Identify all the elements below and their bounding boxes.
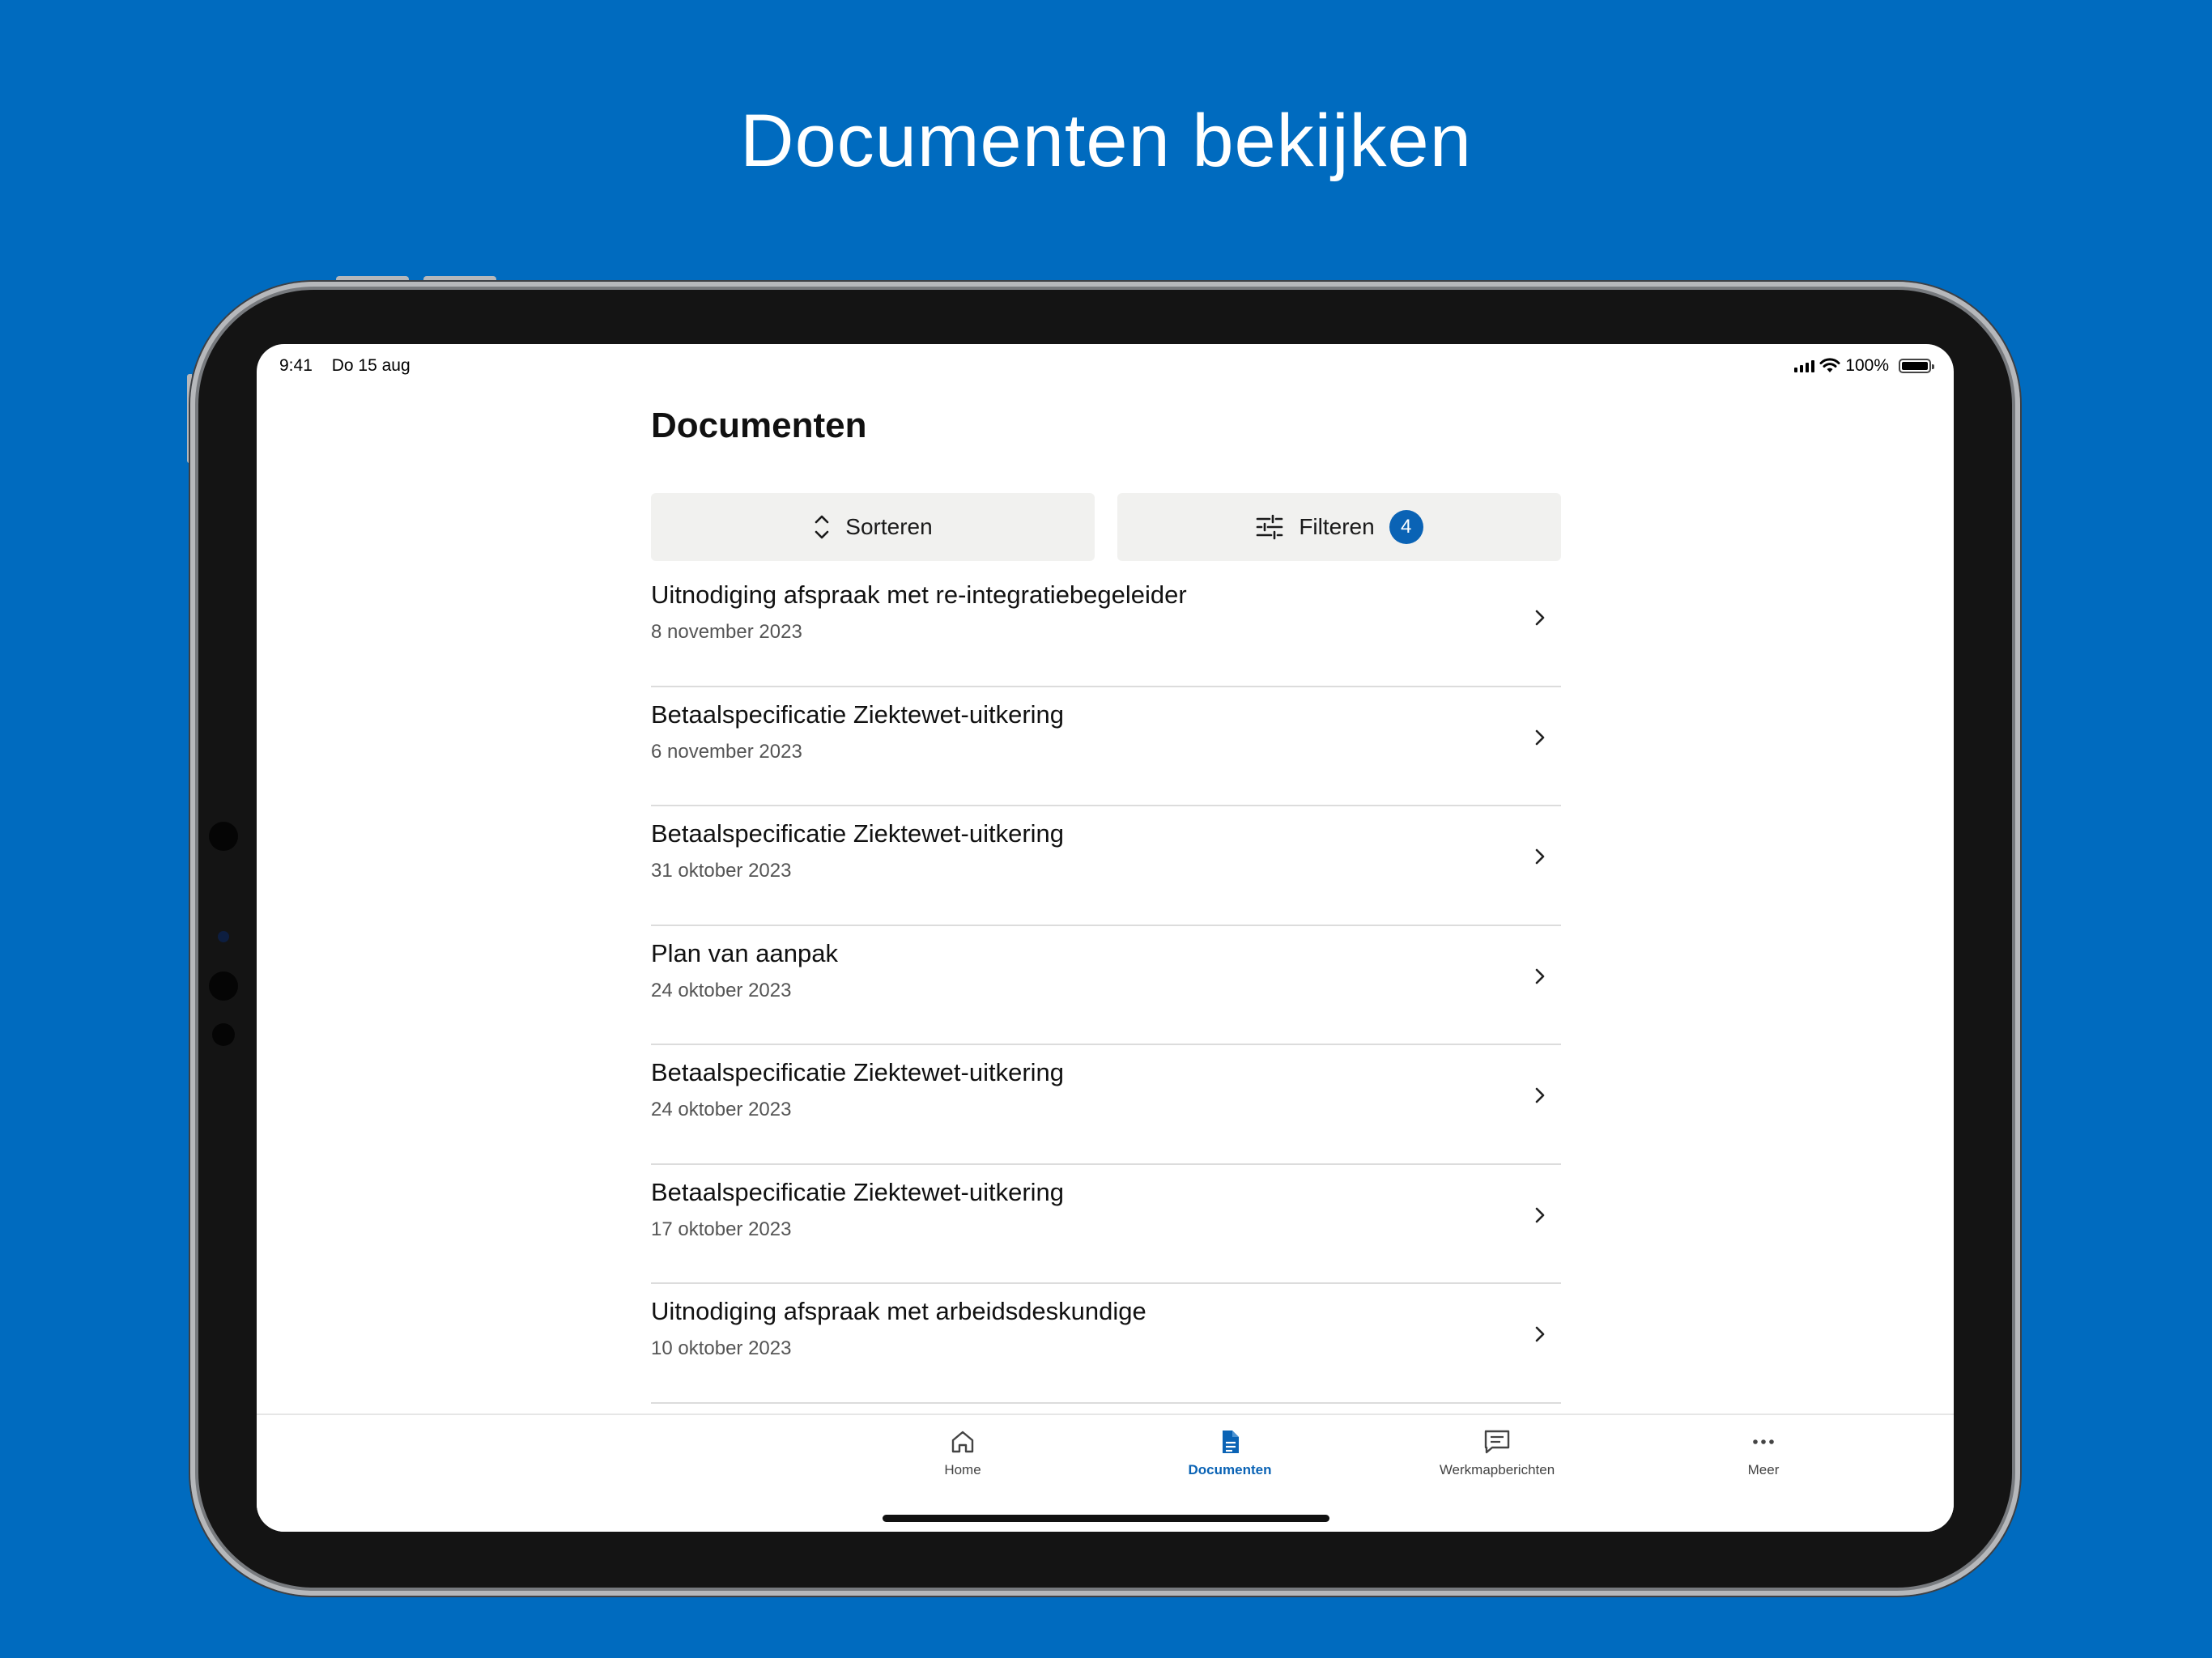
document-title: Betaalspecificatie Ziektewet-uitkering bbox=[651, 699, 1065, 729]
tab-meer[interactable]: Meer bbox=[1642, 1428, 1885, 1478]
tab-home[interactable]: Home bbox=[841, 1428, 1084, 1478]
sensor-dot bbox=[209, 971, 238, 1001]
document-title: Betaalspecificatie Ziektewet-uitkering bbox=[651, 1177, 1065, 1206]
document-date: 8 november 2023 bbox=[651, 621, 802, 643]
document-date: 24 oktober 2023 bbox=[651, 979, 792, 1001]
more-icon bbox=[1753, 1439, 1774, 1444]
document-row[interactable]: Betaalspecificatie Ziektewet-uitkering 24… bbox=[651, 1045, 1561, 1165]
battery-icon bbox=[1899, 359, 1934, 373]
list-toolbar: Sorteren Filteren 4 bbox=[651, 493, 1561, 561]
document-row[interactable]: Plan van aanpak 24 oktober 2023 bbox=[651, 926, 1561, 1045]
document-row[interactable]: Betaalspecificatie Ziektewet-uitkering 31… bbox=[651, 806, 1561, 926]
document-row[interactable]: Uitnodiging afspraak met arbeidsdeskundi… bbox=[651, 1284, 1561, 1404]
chevron-right-icon bbox=[1535, 729, 1545, 745]
document-date: 10 oktober 2023 bbox=[651, 1337, 792, 1359]
filter-button[interactable]: Filteren 4 bbox=[1117, 493, 1561, 561]
document-title: Uitnodiging afspraak met re-integratiebe… bbox=[651, 580, 1187, 609]
promo-headline: Documenten bekijken bbox=[740, 100, 1472, 182]
tab-meer-label: Meer bbox=[1747, 1462, 1780, 1477]
status-bar: 9:41 Do 15 aug 100% bbox=[279, 354, 1934, 378]
document-date: 6 november 2023 bbox=[651, 740, 802, 763]
document-date: 24 oktober 2023 bbox=[651, 1099, 792, 1120]
tab-werkmapberichten-label: Werkmapberichten bbox=[1439, 1462, 1555, 1477]
sort-button-label: Sorteren bbox=[845, 514, 933, 539]
sensor-dot bbox=[212, 1023, 235, 1046]
status-time: 9:41 bbox=[279, 356, 313, 375]
page-title: Documenten bbox=[651, 406, 867, 445]
document-title: Betaalspecificatie Ziektewet-uitkering bbox=[651, 819, 1065, 848]
chevron-right-icon bbox=[1535, 1326, 1545, 1342]
tab-werkmapberichten[interactable]: Werkmapberichten bbox=[1376, 1428, 1619, 1478]
message-icon bbox=[1484, 1430, 1510, 1454]
camera-lens bbox=[218, 931, 229, 942]
document-icon bbox=[1223, 1431, 1239, 1453]
bottom-tab-bar: Home Documenten Werkmapberichten Meer bbox=[257, 1414, 1954, 1532]
document-title: Betaalspecificatie Ziektewet-uitkering bbox=[651, 1058, 1065, 1086]
chevron-right-icon bbox=[1535, 848, 1545, 865]
document-list: Uitnodiging afspraak met re-integratiebe… bbox=[651, 568, 1561, 1404]
filter-button-label: Filteren bbox=[1299, 514, 1375, 539]
app-screen: 9:41 Do 15 aug 100% Documenten Sorteren … bbox=[257, 344, 1954, 1532]
filter-count-badge: 4 bbox=[1389, 510, 1423, 544]
chevron-right-icon bbox=[1535, 1207, 1545, 1222]
sort-button[interactable]: Sorteren bbox=[651, 493, 1095, 561]
document-title: Uitnodiging afspraak met arbeidsdeskundi… bbox=[651, 1297, 1146, 1325]
sort-chevrons-icon bbox=[815, 515, 829, 539]
document-date: 31 oktober 2023 bbox=[651, 860, 792, 882]
document-date: 17 oktober 2023 bbox=[651, 1218, 792, 1240]
chevron-right-icon bbox=[1535, 610, 1545, 626]
document-row[interactable]: Betaalspecificatie Ziektewet-uitkering 17… bbox=[651, 1165, 1561, 1284]
battery-percentage: 100% bbox=[1845, 356, 1889, 375]
tab-documenten-label: Documenten bbox=[1188, 1462, 1272, 1477]
home-indicator[interactable] bbox=[883, 1515, 1329, 1522]
filter-sliders-icon bbox=[1257, 514, 1283, 540]
wifi-icon bbox=[1819, 358, 1840, 372]
document-row[interactable]: Uitnodiging afspraak met re-integratiebe… bbox=[651, 568, 1561, 687]
tab-home-label: Home bbox=[944, 1462, 981, 1477]
home-icon bbox=[951, 1431, 974, 1453]
document-row[interactable]: Betaalspecificatie Ziektewet-uitkering 6 … bbox=[651, 687, 1561, 806]
chevron-right-icon bbox=[1535, 968, 1545, 984]
document-title: Plan van aanpak bbox=[651, 938, 838, 967]
tab-documenten[interactable]: Documenten bbox=[1108, 1428, 1351, 1478]
cellular-signal-icon bbox=[1794, 359, 1815, 372]
chevron-right-icon bbox=[1535, 1087, 1545, 1103]
status-date: Do 15 aug bbox=[331, 356, 410, 375]
sensor-dot bbox=[209, 822, 238, 851]
